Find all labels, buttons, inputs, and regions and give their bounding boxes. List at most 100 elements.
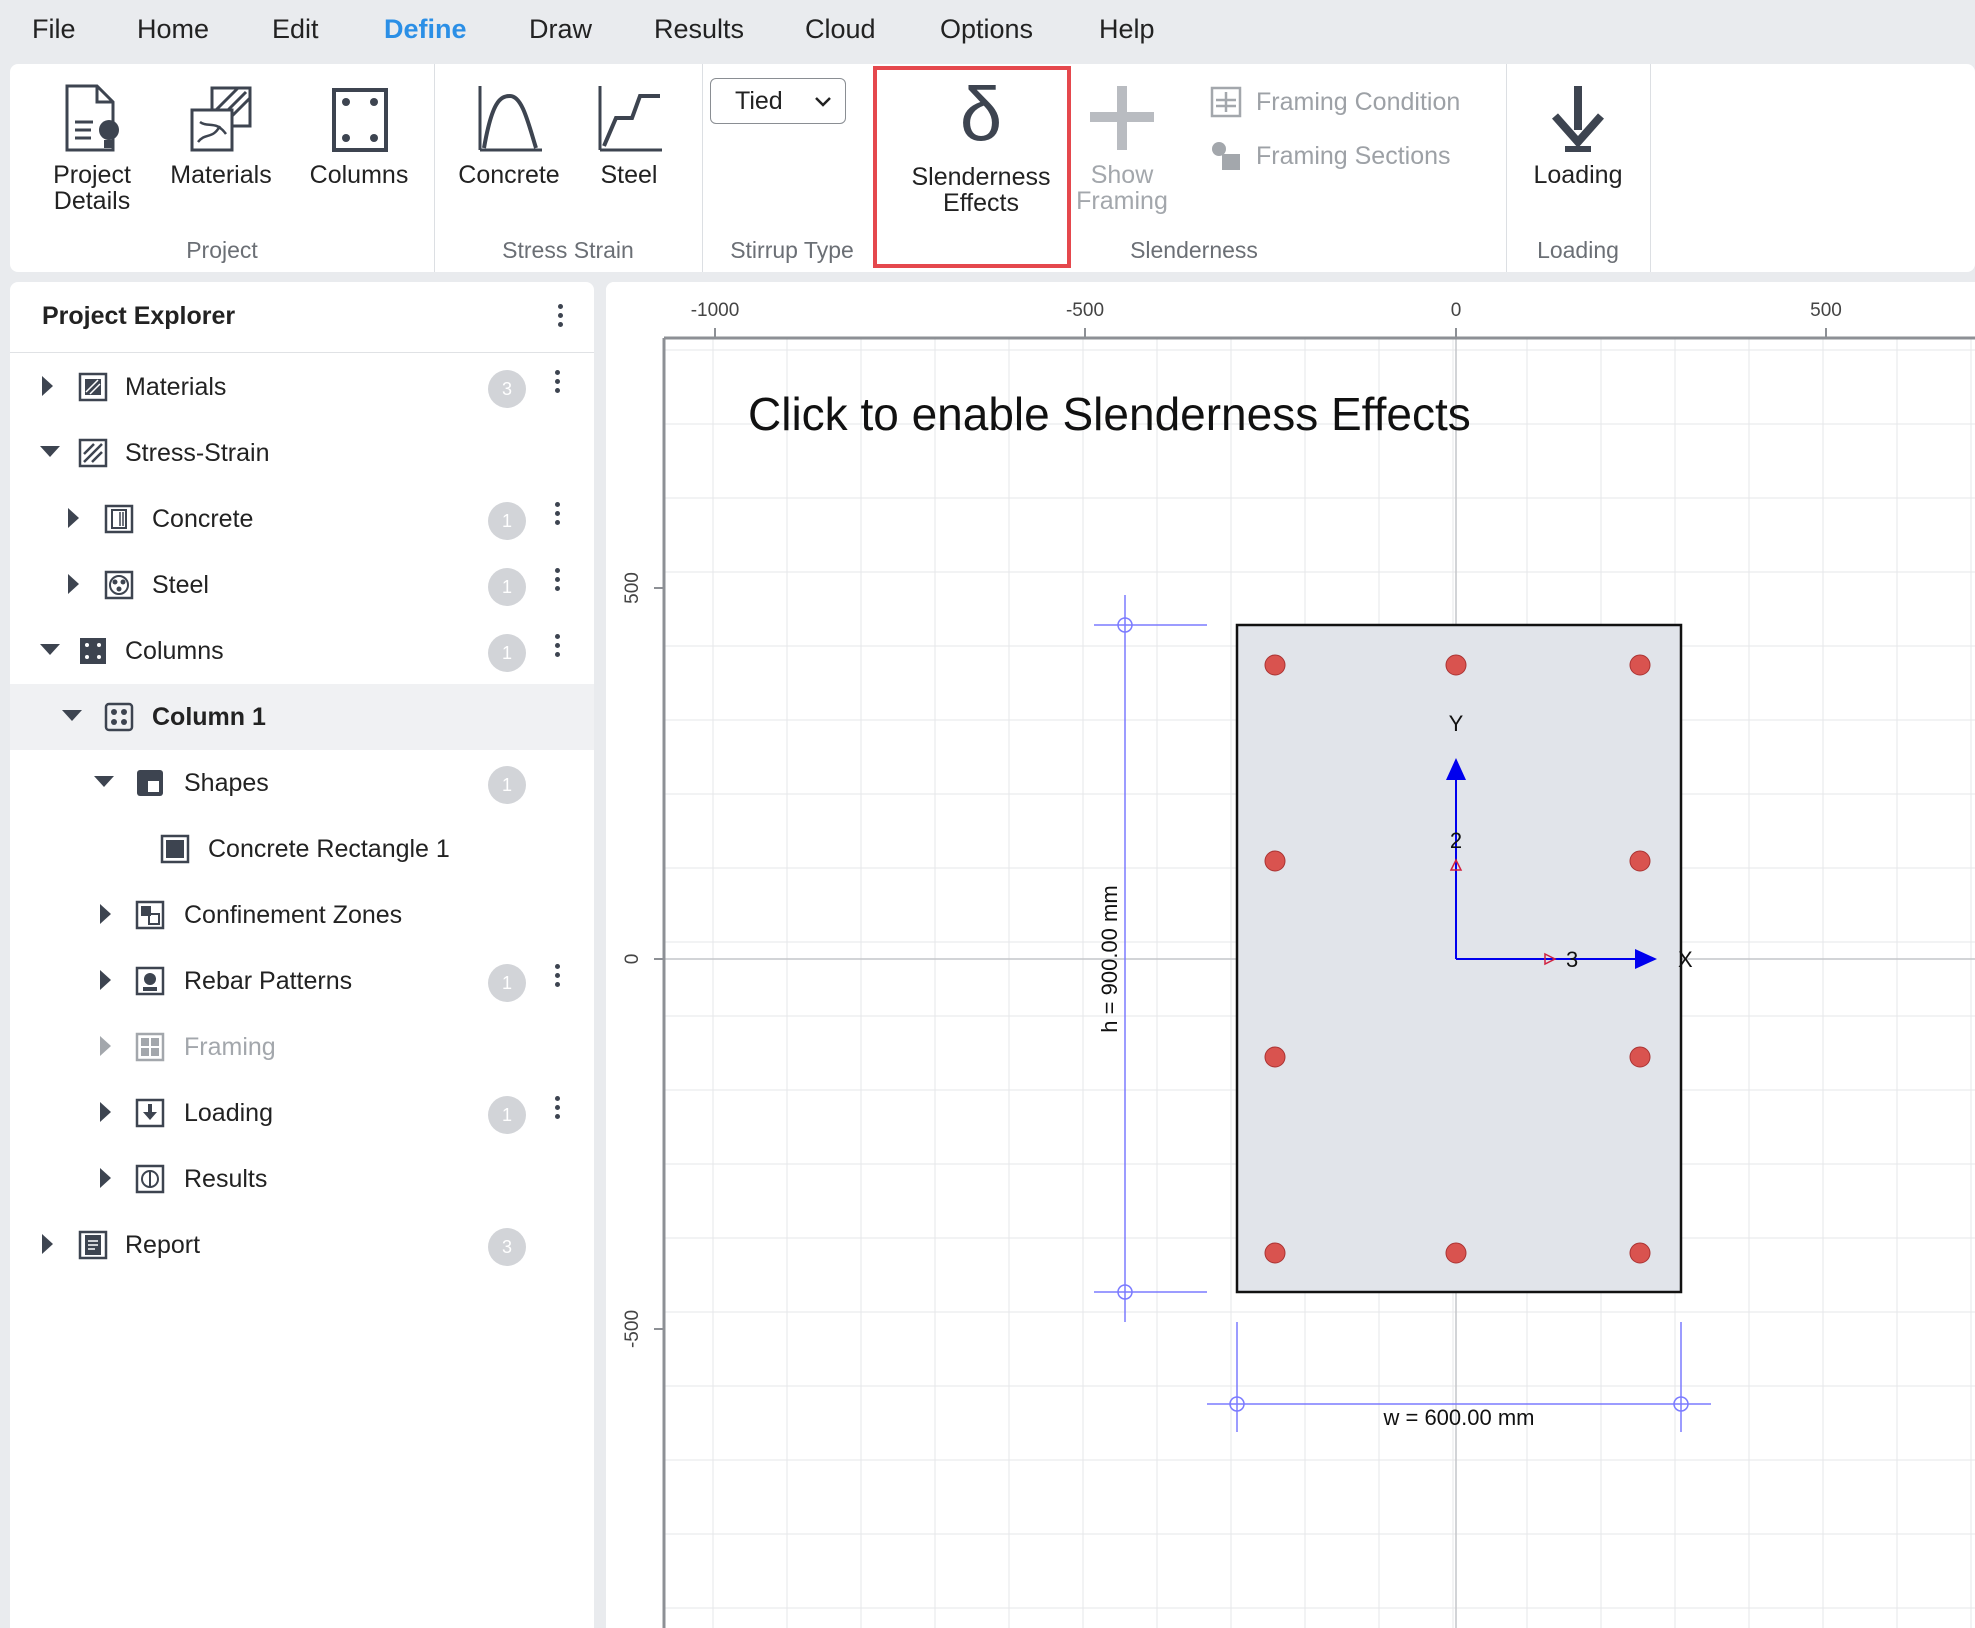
concrete-curve-label: Concrete [458, 161, 560, 189]
project-details-label: Project Details [53, 161, 131, 215]
row-more-icon[interactable] [555, 634, 561, 661]
caret-right-icon[interactable] [100, 970, 111, 990]
width-dimension-label: w = 600.00 mm [1382, 1405, 1534, 1430]
tree-label: Report [125, 1231, 201, 1259]
columns-tree-icon [80, 638, 106, 664]
show-framing-label: Show Framing [1076, 161, 1168, 215]
tree-item-loading[interactable]: Loading 1 [10, 1080, 594, 1146]
framing-sections-button[interactable]: Framing Sections [1210, 140, 1451, 172]
tree-item-concrete-rectangle-1[interactable]: Concrete Rectangle 1 [10, 816, 594, 882]
framing-cross-icon [1090, 86, 1154, 150]
tree-item-confinement-zones[interactable]: Confinement Zones [10, 882, 594, 948]
tree-item-framing[interactable]: Framing [10, 1014, 594, 1080]
caret-down-icon[interactable] [40, 446, 60, 457]
row-more-icon[interactable] [555, 568, 561, 595]
height-dimension-label: h = 900.00 mm [1097, 885, 1122, 1032]
rectangle-shape-icon [160, 834, 190, 864]
show-framing-button[interactable]: Show Framing [1072, 82, 1172, 214]
x-tick-label: 500 [1810, 300, 1842, 321]
caret-down-icon[interactable] [62, 710, 82, 721]
tree-label: Framing [184, 1033, 276, 1061]
x-tick-label: -1000 [691, 300, 740, 321]
tree-label: Loading [184, 1099, 273, 1127]
column-section-icon [332, 88, 388, 152]
tree-item-materials[interactable]: Materials 3 [10, 354, 594, 420]
caret-right-icon[interactable] [100, 1036, 111, 1056]
row-more-icon[interactable] [555, 502, 561, 529]
menu-edit[interactable]: Edit [272, 14, 319, 45]
caret-down-icon[interactable] [40, 644, 60, 655]
shapes-tree-icon [137, 770, 163, 796]
count-badge: 1 [488, 502, 526, 540]
drawing-canvas[interactable]: -1000 -500 0 500 500 0 -500 Click to ena… [606, 282, 1975, 1628]
steel-curve-label: Steel [600, 161, 658, 189]
menu-options[interactable]: Options [940, 14, 1033, 45]
tree-item-results[interactable]: Results [10, 1146, 594, 1212]
count-badge: 3 [488, 370, 526, 408]
caret-down-icon[interactable] [94, 776, 114, 787]
materials-label: Materials [170, 161, 272, 189]
tree-label: Results [184, 1165, 268, 1193]
row-more-icon[interactable] [555, 1096, 561, 1123]
framing-tree-icon [135, 1032, 165, 1062]
axis-x-label: X [1678, 947, 1693, 972]
section-drawing[interactable]: -1000 -500 0 500 500 0 -500 Click to ena… [606, 282, 1975, 1628]
materials-button[interactable]: Materials [156, 82, 286, 188]
menu-results[interactable]: Results [654, 14, 744, 45]
framing-condition-button[interactable]: Framing Condition [1210, 86, 1460, 118]
caret-right-icon[interactable] [42, 376, 53, 396]
tree-item-steel[interactable]: Steel 1 [10, 552, 594, 618]
group-label-stirrup: Stirrup Type [730, 237, 854, 263]
menu-home[interactable]: Home [137, 14, 209, 45]
framing-condition-icon [1210, 86, 1242, 118]
chevron-down-icon [815, 97, 831, 107]
project-details-button[interactable]: Project Details [32, 82, 152, 214]
x-tick-label: 0 [1451, 300, 1462, 321]
explorer-more-icon[interactable] [558, 304, 564, 331]
caret-right-icon[interactable] [100, 1168, 111, 1188]
tree-label: Stress-Strain [125, 439, 270, 467]
y-tick-label: 0 [622, 954, 643, 965]
steel-curve-button[interactable]: Steel [579, 82, 679, 188]
framing-condition-label: Framing Condition [1256, 87, 1461, 116]
caret-right-icon[interactable] [68, 508, 79, 528]
materials-tree-icon [78, 372, 108, 402]
ribbon-group-stress-strain: Concrete Steel Stress Strain [434, 64, 703, 272]
menu-draw[interactable]: Draw [529, 14, 592, 45]
ribbon-group-project: Project Details Materials Columns Projec… [10, 64, 435, 272]
loading-button[interactable]: Loading [1518, 82, 1638, 188]
row-more-icon[interactable] [555, 370, 561, 397]
confinement-zones-icon [135, 900, 165, 930]
stirrup-type-select[interactable]: Tied [710, 78, 846, 124]
concrete-curve-icon [478, 86, 542, 152]
caret-right-icon[interactable] [100, 904, 111, 924]
menu-file[interactable]: File [32, 14, 76, 45]
concrete-curve-button[interactable]: Concrete [454, 82, 564, 188]
tree-item-report[interactable]: Report 3 [10, 1212, 594, 1278]
framing-sections-icon [1212, 142, 1240, 170]
menu-cloud[interactable]: Cloud [805, 14, 876, 45]
canvas-message[interactable]: Click to enable Slenderness Effects [748, 388, 1471, 440]
tree-item-stress-strain[interactable]: Stress-Strain [10, 420, 594, 486]
caret-right-icon[interactable] [68, 574, 79, 594]
tree-item-concrete[interactable]: Concrete 1 [10, 486, 594, 552]
menu-define[interactable]: Define [384, 14, 467, 45]
framing-sections-label: Framing Sections [1256, 141, 1451, 170]
tree-item-shapes[interactable]: Shapes 1 [10, 750, 594, 816]
steel-curve-icon [598, 86, 662, 152]
caret-right-icon[interactable] [100, 1102, 111, 1122]
caret-right-icon[interactable] [42, 1234, 53, 1254]
columns-button[interactable]: Columns [294, 82, 424, 188]
tree-item-column-1[interactable]: Column 1 [10, 684, 594, 750]
tree-item-columns[interactable]: Columns 1 [10, 618, 594, 684]
group-label-loading: Loading [1537, 237, 1619, 263]
menu-help[interactable]: Help [1099, 14, 1155, 45]
axis-3-label: 3 [1566, 947, 1578, 972]
tree-label: Steel [152, 571, 209, 599]
tree-label: Rebar Patterns [184, 967, 353, 995]
y-tick-label: -500 [622, 1310, 643, 1348]
tree-item-rebar-patterns[interactable]: Rebar Patterns 1 [10, 948, 594, 1014]
row-more-icon[interactable] [555, 964, 561, 991]
x-tick-label: -500 [1066, 300, 1104, 321]
report-tree-icon [78, 1230, 108, 1260]
